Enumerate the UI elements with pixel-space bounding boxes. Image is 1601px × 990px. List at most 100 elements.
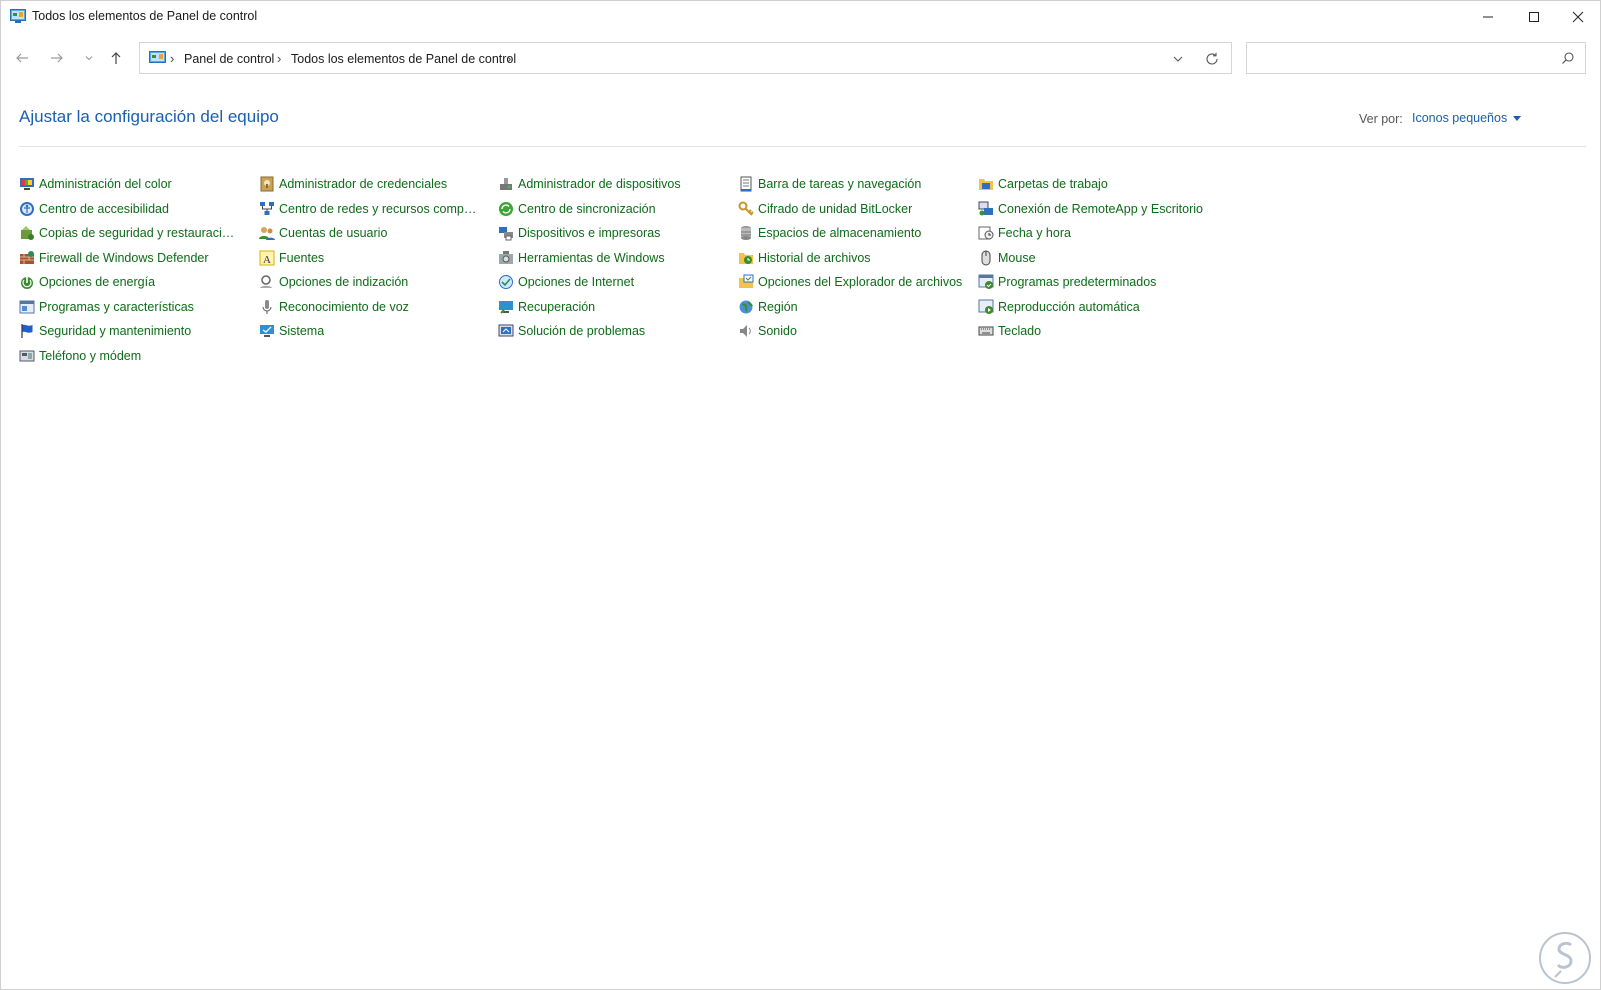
item-cuentas-de-usuario[interactable]: Cuentas de usuario <box>259 222 387 244</box>
autoplay-icon <box>978 299 994 314</box>
item-sistema[interactable]: Sistema <box>259 320 324 342</box>
item-sonido[interactable]: Sonido <box>738 320 797 342</box>
internet-icon <box>499 275 513 289</box>
keyboard-icon <box>978 326 994 336</box>
device-manager-icon <box>500 178 512 190</box>
item-administrador-de-dispositivos[interactable]: Administrador de dispositivos <box>498 173 681 195</box>
page-title: Ajustar la configuración del equipo <box>19 107 279 126</box>
chevron-down-icon <box>85 56 93 61</box>
item-barra-de-tareas[interactable]: Barra de tareas y navegación <box>738 173 921 195</box>
monitor-color-icon <box>20 178 34 190</box>
item-fecha-y-hora[interactable]: Fecha y hora <box>978 222 1071 244</box>
flag-icon <box>21 324 33 338</box>
back-button[interactable] <box>10 46 34 70</box>
item-opciones-de-internet[interactable]: Opciones de Internet <box>498 271 634 293</box>
system-icon <box>260 325 274 337</box>
item-teclado[interactable]: Teclado <box>978 320 1041 342</box>
header-divider <box>19 146 1586 147</box>
breadcrumb-panel-de-control[interactable]: Panel de control <box>184 52 274 66</box>
default-programs-icon <box>978 274 994 289</box>
control-panel-window: Todos los elementos de Panel de control … <box>0 0 1601 990</box>
item-reproduccion-automatica[interactable]: Reproducción automática <box>978 296 1140 318</box>
maximize-button[interactable] <box>1511 1 1557 33</box>
item-dispositivos-e-impresoras[interactable]: Dispositivos e impresoras <box>498 222 660 244</box>
item-opciones-de-indizacion[interactable]: Opciones de indización <box>259 271 408 293</box>
file-history-icon <box>739 253 753 264</box>
power-icon <box>21 277 33 289</box>
recovery-icon <box>499 301 513 314</box>
title-bar: Todos los elementos de Panel de control <box>1 1 1600 33</box>
search-input[interactable] <box>1246 42 1586 74</box>
search-icon <box>1562 52 1574 64</box>
item-solucion-de-problemas[interactable]: Solución de problemas <box>498 320 645 342</box>
arrow-left-icon <box>16 53 28 63</box>
item-copias-de-seguridad[interactable]: Copias de seguridad y restauración (... <box>19 222 239 244</box>
item-firewall[interactable]: Firewall de Windows Defender <box>19 247 209 269</box>
firewall-icon <box>20 251 34 264</box>
item-historial-de-archivos[interactable]: Historial de archivos <box>738 247 871 269</box>
item-administracion-del-color[interactable]: Administración del color <box>19 173 172 195</box>
storage-icon <box>741 226 751 240</box>
credentials-icon <box>260 176 274 192</box>
arrow-right-icon <box>51 53 63 63</box>
breadcrumb-separator[interactable]: › <box>277 51 281 66</box>
item-centro-de-sincronizacion[interactable]: Centro de sincronización <box>498 198 656 220</box>
tools-icon <box>499 251 513 264</box>
phone-modem-icon <box>19 350 35 362</box>
remoteapp-icon <box>978 201 993 216</box>
item-opciones-de-energia[interactable]: Opciones de energía <box>19 271 155 293</box>
view-by-label: Ver por: <box>1359 112 1403 126</box>
control-panel-icon <box>10 9 26 23</box>
up-button[interactable] <box>104 46 128 70</box>
speaker-icon <box>740 325 751 337</box>
dropdown-arrow-icon <box>1513 116 1522 121</box>
breadcrumb-todos-los-elementos[interactable]: Todos los elementos de Panel de control <box>291 52 516 66</box>
item-espacios-de-almacenamiento[interactable]: Espacios de almacenamiento <box>738 222 921 244</box>
chevron-down-icon[interactable] <box>1170 51 1186 67</box>
item-programas-y-caracteristicas[interactable]: Programas y características <box>19 296 194 318</box>
recent-locations-button[interactable] <box>77 46 101 70</box>
minimize-button[interactable] <box>1465 1 1511 33</box>
view-by-dropdown[interactable]: Iconos pequeños <box>1412 111 1522 125</box>
accessibility-icon <box>20 202 34 216</box>
taskbar-icon <box>740 176 752 192</box>
item-region[interactable]: Región <box>738 296 798 318</box>
breadcrumb-separator[interactable]: › <box>507 51 511 66</box>
item-reconocimiento-de-voz[interactable]: Reconocimiento de voz <box>259 296 409 318</box>
solvetic-logo <box>1539 932 1591 984</box>
view-by-value: Iconos pequeños <box>1412 111 1508 125</box>
address-bar[interactable]: › Panel de control › Todos los elementos… <box>139 42 1232 74</box>
printer-icon <box>499 227 513 241</box>
item-mouse[interactable]: Mouse <box>978 247 1036 269</box>
item-centro-de-accesibilidad[interactable]: Centro de accesibilidad <box>19 198 169 220</box>
item-recuperacion[interactable]: Recuperación <box>498 296 595 318</box>
forward-button[interactable] <box>45 46 69 70</box>
close-button[interactable] <box>1555 1 1600 33</box>
item-herramientas-de-windows[interactable]: Herramientas de Windows <box>498 247 665 269</box>
window-title: Todos los elementos de Panel de control <box>32 9 258 23</box>
programs-icon <box>19 300 35 314</box>
work-folders-icon <box>979 179 993 190</box>
arrow-up-icon <box>111 52 121 64</box>
users-icon <box>259 227 275 240</box>
item-programas-predeterminados[interactable]: Programas predeterminados <box>978 271 1156 293</box>
item-carpetas-de-trabajo[interactable]: Carpetas de trabajo <box>978 173 1108 195</box>
network-icon <box>260 202 274 215</box>
item-centro-de-redes[interactable]: Centro de redes y recursos comparti... <box>259 198 479 220</box>
maximize-icon <box>1529 12 1539 22</box>
item-seguridad-y-mantenimiento[interactable]: Seguridad y mantenimiento <box>19 320 191 342</box>
item-conexion-remoteapp[interactable]: Conexión de RemoteApp y Escritorio <box>978 198 1203 220</box>
item-telefono-y-modem[interactable]: Teléfono y módem <box>19 345 141 367</box>
indexing-icon <box>260 275 272 288</box>
region-icon <box>739 300 753 314</box>
item-opciones-del-explorador[interactable]: Opciones del Explorador de archivos <box>738 271 962 293</box>
refresh-icon[interactable] <box>1204 51 1220 67</box>
item-cifrado-bitlocker[interactable]: Cifrado de unidad BitLocker <box>738 198 912 220</box>
item-administrador-de-credenciales[interactable]: Administrador de credenciales <box>259 173 447 195</box>
minimize-icon <box>1483 16 1493 18</box>
item-fuentes[interactable]: A Fuentes <box>259 247 324 269</box>
clock-icon <box>978 226 994 240</box>
sync-icon <box>499 202 513 216</box>
breadcrumb-separator: › <box>170 51 175 66</box>
mouse-icon <box>981 250 991 266</box>
